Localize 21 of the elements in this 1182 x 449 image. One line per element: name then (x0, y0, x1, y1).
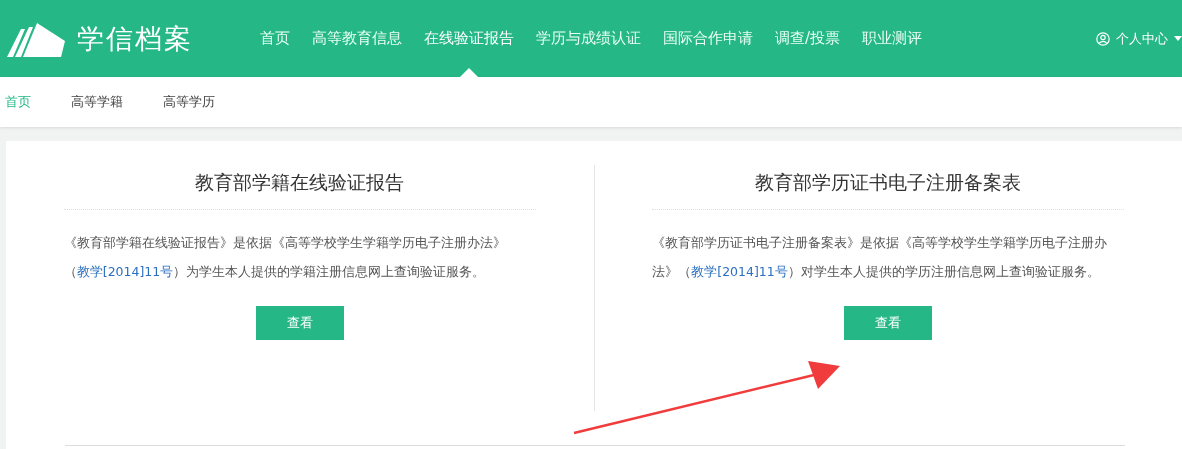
view-button[interactable]: 查看 (255, 306, 344, 340)
caret-icon[interactable] (1174, 35, 1182, 42)
nav-tab[interactable]: 学历与成绩认证 (536, 0, 641, 77)
site-logo-text: 学信档案 (77, 21, 193, 56)
breadcrumb-tab[interactable]: 高等学籍 (71, 93, 123, 111)
card-title: 教育部学籍在线验证报告 (63, 165, 536, 210)
description-text: 《教育部学历证书电子注册备案表》是依据《高等学校学生学籍学历电子注册办法》（教学[2014]11号）对学生本人提供的学历注册信息网上查询验证服务。 (652, 234, 1109, 281)
description-text: 《教育部学籍在线验证报告》是依据《高等学校学生学籍学历电子注册办法》（教学[2014]11号）为学生本人提供的学籍注册信息网上查询验证服务。 (63, 234, 507, 281)
user-menu[interactable]: 个人中心 (1116, 29, 1168, 48)
document-link[interactable]: 教学[2014]11号 (691, 264, 788, 279)
nav-tab[interactable]: 国际合作申请 (663, 0, 753, 77)
nav-tab[interactable]: 调查/投票 (775, 0, 841, 77)
breadcrumb-tab[interactable]: 高等学历 (163, 93, 215, 111)
nav-tab[interactable]: 高等教育信息 (312, 0, 402, 77)
nav-tab[interactable]: 首页 (260, 0, 290, 77)
nav-tab[interactable]: 职业测评 (862, 0, 923, 77)
view-button[interactable]: 查看 (844, 306, 933, 340)
breadcrumb-tab[interactable]: 首页 (5, 93, 31, 111)
document-link[interactable]: 教学[2014]11号 (76, 264, 174, 279)
user-icon (1096, 31, 1110, 46)
card-title: 教育部学历证书电子注册备案表 (652, 165, 1125, 210)
